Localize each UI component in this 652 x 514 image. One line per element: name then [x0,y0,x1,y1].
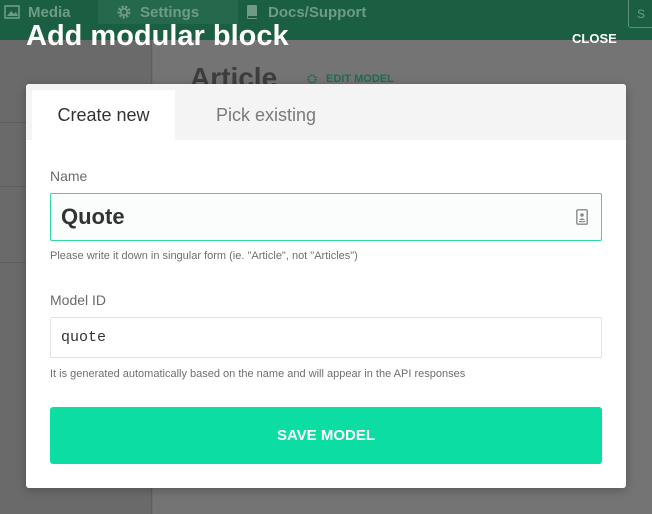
book-icon [247,5,257,19]
add-modular-block-dialog: Create new Pick existing Name Please wri… [26,84,626,488]
save-model-button[interactable]: SAVE MODEL [50,407,602,464]
name-label: Name [50,168,88,184]
model-id-hint: It is generated automatically based on t… [50,368,466,380]
image-icon [4,5,20,19]
nav-item-settings-label: Settings [140,3,200,21]
close-button[interactable]: CLOSE [572,31,617,46]
contact-card-icon [576,209,588,225]
nav-item-docs-label: Docs/Support [268,3,367,21]
topbar-button[interactable]: S [628,0,652,28]
tab-create-new[interactable]: Create new [32,90,175,140]
tab-pick-existing[interactable]: Pick existing [186,90,346,140]
model-id-input[interactable] [50,317,602,358]
model-id-label: Model ID [50,292,107,308]
name-input[interactable] [51,194,601,240]
name-field-wrapper [50,193,602,241]
tab-bar: Create new Pick existing [26,84,626,140]
modal-title: Add modular block [26,20,289,52]
name-hint: Please write it down in singular form (i… [50,250,358,262]
nav-item-media-label: Media [28,3,71,21]
gear-icon [117,5,131,19]
